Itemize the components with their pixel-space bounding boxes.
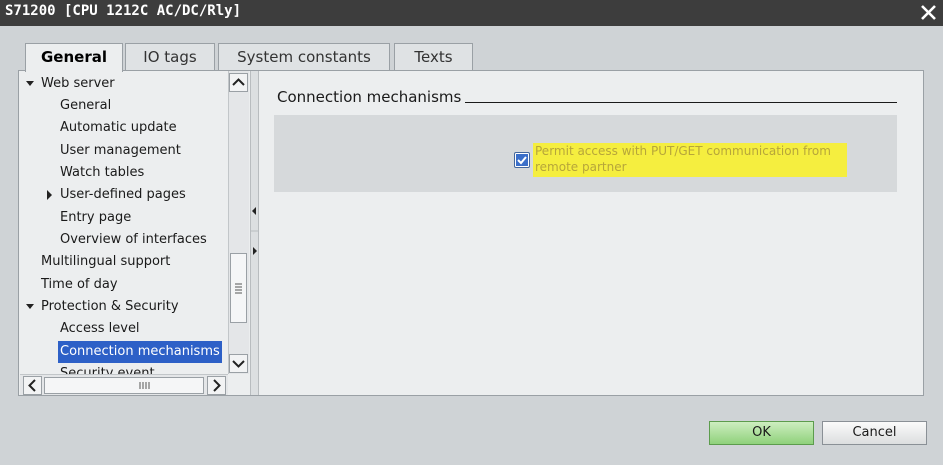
tree-item-multilingual-support[interactable]: Multilingual support: [20, 251, 228, 273]
close-icon[interactable]: [918, 2, 939, 23]
cancel-button[interactable]: Cancel: [822, 421, 927, 445]
permit-put-get-label[interactable]: Permit access with PUT/GET communication…: [533, 143, 847, 177]
tab-io-tags-label: IO tags: [143, 48, 197, 66]
tree-item-label: Access level: [60, 321, 140, 336]
title-bar: S71200 [CPU 1212C AC/DC/Rly]: [0, 0, 943, 26]
tab-io-tags[interactable]: IO tags: [125, 43, 215, 71]
scroll-up-button[interactable]: [229, 73, 248, 92]
tree-item-time-of-day[interactable]: Time of day: [20, 274, 228, 296]
tree-item-watch-tables[interactable]: Watch tables: [20, 162, 228, 184]
splitter-arrows-icon[interactable]: [251, 71, 258, 395]
dialog-client: General IO tags System constants Texts W…: [0, 26, 943, 465]
horizontal-scroll-thumb[interactable]: [44, 377, 204, 394]
tree-item-user-defined-pages[interactable]: User-defined pages: [20, 184, 228, 206]
navigation-tree: Web server General Automatic update User…: [20, 71, 228, 374]
tree-item-label: User management: [60, 143, 181, 158]
chevron-left-icon: [28, 379, 36, 392]
tab-system-constants-label: System constants: [237, 48, 371, 66]
tree-item-protection-security[interactable]: Protection & Security: [20, 296, 228, 318]
scroll-thumb[interactable]: [230, 253, 247, 323]
chevron-down-icon: [232, 360, 245, 368]
tree-item-label: Multilingual support: [41, 254, 171, 269]
expanded-arrow-icon[interactable]: [25, 296, 35, 318]
ok-button[interactable]: OK: [709, 421, 814, 445]
tree-item-label: Connection mechanisms: [58, 341, 222, 363]
window-title: S71200 [CPU 1212C AC/DC/Rly]: [5, 3, 242, 19]
tree-item-label: Protection & Security: [41, 299, 179, 314]
tab-system-constants[interactable]: System constants: [218, 43, 390, 71]
tree-item-label: Web server: [41, 76, 115, 91]
grip-icon: [139, 382, 150, 389]
tree-item-label: Automatic update: [60, 120, 177, 135]
collapsed-arrow-icon[interactable]: [44, 184, 54, 206]
chevron-up-icon: [232, 78, 245, 86]
tree-item-label: Watch tables: [60, 165, 145, 180]
tree-item-user-management[interactable]: User management: [20, 140, 228, 162]
tree-vertical-scrollbar[interactable]: [228, 71, 249, 374]
tree-item-overview-of-interfaces[interactable]: Overview of interfaces: [20, 229, 228, 251]
tab-texts[interactable]: Texts: [394, 43, 473, 71]
tree-item-access-level[interactable]: Access level: [20, 318, 228, 340]
tree-item-label: User-defined pages: [60, 187, 186, 202]
grip-icon: [235, 283, 242, 294]
permit-put-get-checkbox[interactable]: [514, 152, 530, 168]
tree-item-general[interactable]: General: [20, 95, 228, 117]
scroll-right-button[interactable]: [207, 376, 226, 395]
section-title: Connection mechanisms: [277, 88, 462, 106]
panel-splitter[interactable]: [250, 71, 259, 395]
tree-horizontal-scrollbar[interactable]: [20, 374, 228, 395]
chevron-right-icon: [213, 379, 221, 392]
section-body: Permit access with PUT/GET communication…: [274, 115, 897, 192]
tree-item-security-event[interactable]: Security event: [20, 363, 228, 374]
tree-item-label: General: [60, 98, 112, 113]
tree-item-automatic-update[interactable]: Automatic update: [20, 117, 228, 139]
section-divider: [465, 102, 897, 103]
tab-general-label: General: [41, 48, 107, 66]
tab-general[interactable]: General: [25, 43, 123, 72]
tree-item-label: Time of day: [41, 277, 118, 292]
properties-panel: Web server General Automatic update User…: [18, 70, 924, 396]
tree-item-entry-page[interactable]: Entry page: [20, 207, 228, 229]
tab-texts-label: Texts: [414, 48, 453, 66]
tree-item-connection-mechanisms[interactable]: Connection mechanisms: [20, 341, 228, 363]
scroll-down-button[interactable]: [229, 354, 248, 373]
scroll-left-button[interactable]: [23, 376, 42, 395]
dialog-footer: OK Cancel: [0, 396, 943, 465]
tree-item-label: Security event: [60, 366, 155, 374]
settings-content: Connection mechanisms Permit access with…: [260, 71, 923, 395]
tree-item-label: Entry page: [60, 210, 132, 225]
checkmark-icon: [516, 154, 528, 166]
tree-item-label: Overview of interfaces: [60, 232, 207, 247]
expanded-arrow-icon[interactable]: [25, 73, 35, 95]
tree-item-web-server[interactable]: Web server: [20, 73, 228, 95]
